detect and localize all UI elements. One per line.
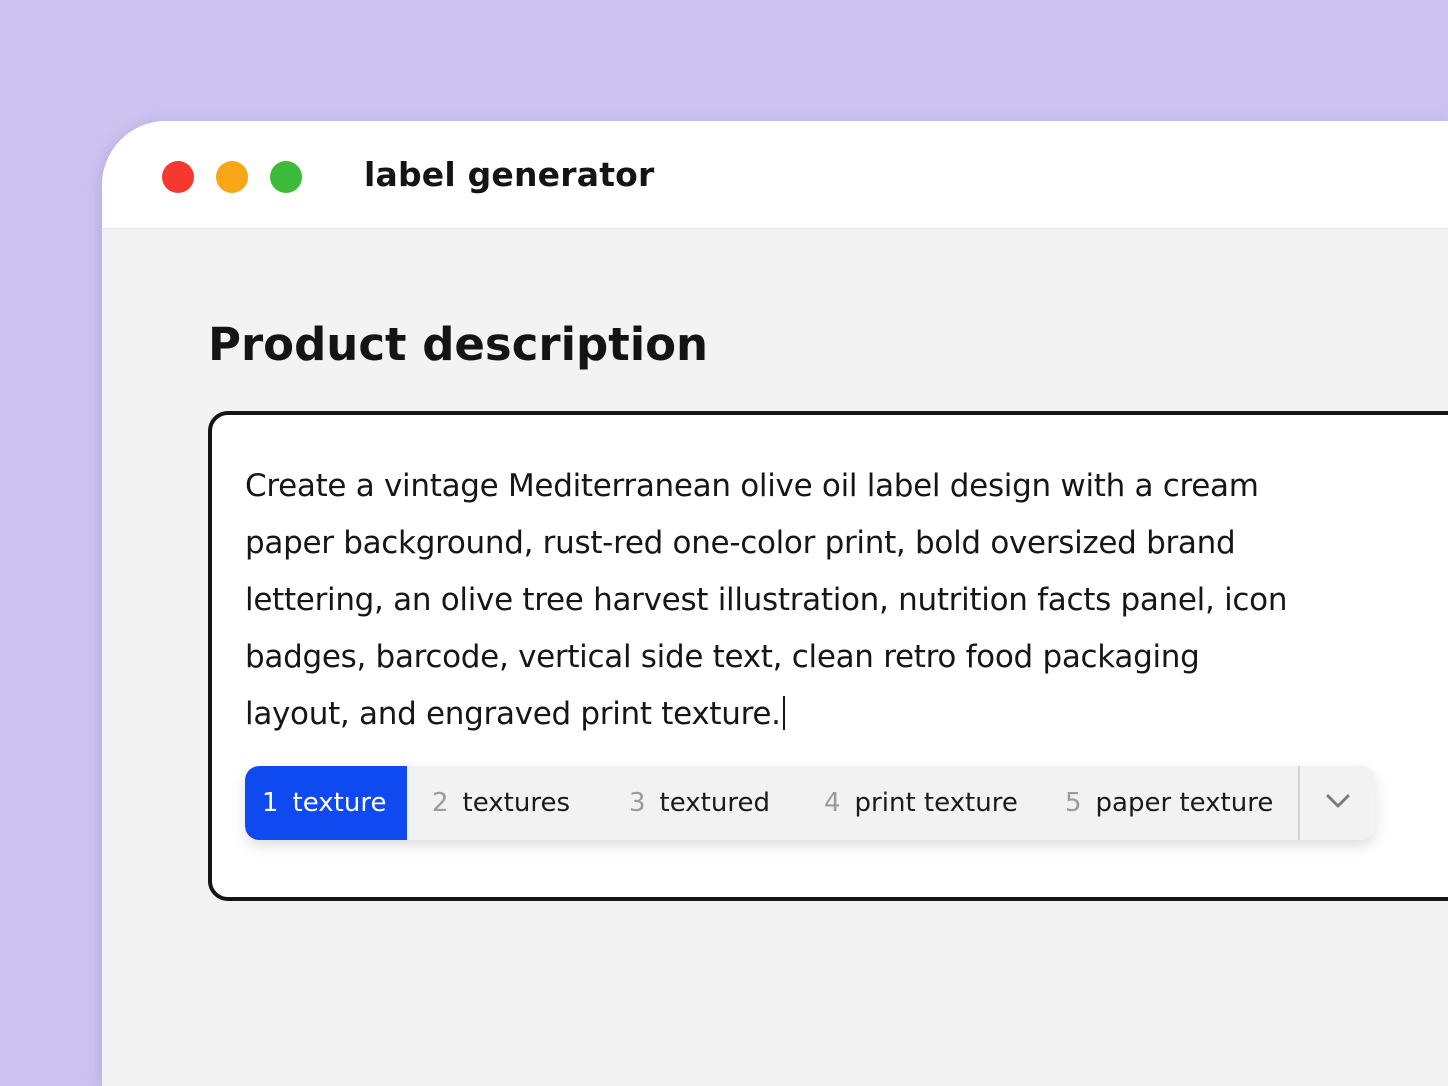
app-window: label generator Product description Crea… (102, 121, 1448, 1086)
window-title: label generator (364, 155, 655, 194)
chevron-down-icon (1325, 793, 1351, 813)
suggestion-divider (1298, 766, 1300, 840)
suggestion-1[interactable]: 1 texture (245, 766, 407, 840)
close-button[interactable] (162, 161, 194, 193)
suggestion-label: paper texture (1095, 788, 1274, 818)
suggestion-number: 2 (432, 788, 449, 818)
suggestion-2[interactable]: 2 textures (432, 766, 570, 840)
autocomplete-suggestion-bar: 1 texture 2 textures 3 textured 4 print … (245, 766, 1375, 840)
description-text: Create a vintage Mediterranean olive oil… (245, 468, 1288, 732)
suggestion-4[interactable]: 4 print texture (824, 766, 1018, 840)
maximize-button[interactable] (270, 161, 302, 193)
suggestion-number: 5 (1065, 788, 1082, 818)
suggestion-number: 3 (629, 788, 646, 818)
suggestion-number: 4 (824, 788, 841, 818)
section-heading: Product description (208, 318, 709, 371)
minimize-button[interactable] (216, 161, 248, 193)
suggestion-number: 1 (262, 788, 279, 818)
suggestion-label: textured (659, 788, 770, 818)
text-cursor (782, 696, 785, 730)
suggestion-3[interactable]: 3 textured (629, 766, 770, 840)
expand-suggestions-button[interactable] (1301, 766, 1375, 840)
suggestion-5[interactable]: 5 paper texture (1065, 766, 1273, 840)
suggestion-label: print texture (854, 788, 1018, 818)
suggestion-label: textures (462, 788, 570, 818)
title-bar: label generator (102, 121, 1448, 229)
description-editor[interactable]: Create a vintage Mediterranean olive oil… (208, 411, 1448, 901)
suggestion-label: texture (292, 788, 387, 818)
description-text-area[interactable]: Create a vintage Mediterranean olive oil… (245, 458, 1305, 743)
